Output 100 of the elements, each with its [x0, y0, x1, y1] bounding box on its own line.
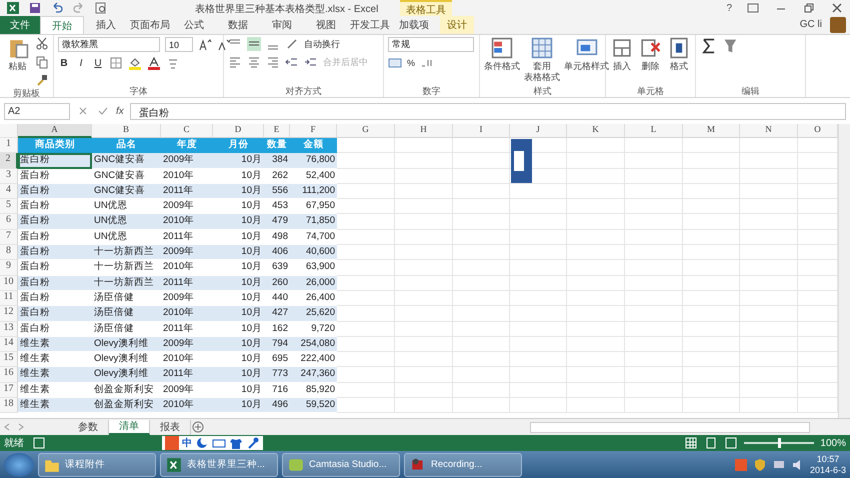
wrap-text-button[interactable]: 自动换行 [304, 38, 340, 50]
row-number[interactable]: 1 [0, 138, 18, 154]
user-name[interactable]: GC li [800, 19, 822, 30]
column-header[interactable]: M [683, 124, 740, 138]
ribbon-tab[interactable]: 开发工具 [348, 16, 392, 34]
row-number[interactable]: 11 [0, 290, 18, 306]
ribbon-tab[interactable]: 加载项 [392, 16, 436, 34]
row-number[interactable]: 7 [0, 230, 18, 246]
column-header[interactable]: A [18, 124, 92, 138]
clock-date[interactable]: 2014-6-3 [810, 464, 846, 476]
font-size-field[interactable]: 10 [165, 37, 193, 52]
table-cell: 453 [264, 199, 290, 214]
column-header[interactable]: N [740, 124, 798, 138]
row-number[interactable]: 15 [0, 352, 18, 368]
row-number[interactable]: 4 [0, 184, 18, 200]
taskbar-item[interactable]: Camtasia Studio... [282, 452, 400, 476]
row-number[interactable]: 3 [0, 168, 18, 184]
percent-button[interactable]: % [407, 58, 416, 68]
table-cell: 蛋白粉 [18, 276, 92, 291]
column-header[interactable]: E [264, 124, 290, 138]
row-number[interactable]: 9 [0, 260, 18, 276]
table-cell: 蛋白粉 [18, 184, 92, 200]
style-button[interactable]: 条件格式 [484, 61, 520, 72]
font-style-button[interactable]: I [75, 58, 87, 68]
clock-time[interactable]: 10:57 [816, 454, 840, 464]
sheet-tab[interactable]: 清单 [109, 420, 150, 434]
column-header[interactable]: O [798, 124, 838, 138]
taskbar-item[interactable]: Recording... [404, 452, 522, 476]
row-number[interactable]: 16 [0, 367, 18, 383]
table-cell: 222,400 [290, 352, 337, 368]
ribbon-tab[interactable]: 文件 [0, 16, 40, 34]
ribbon-tab[interactable]: 审阅 [260, 16, 304, 34]
table-cell: 496 [264, 398, 290, 414]
cells-button[interactable]: 格式 [670, 61, 688, 72]
table-cell: 10月 [213, 245, 264, 260]
row-number[interactable]: 13 [0, 322, 18, 337]
font-name-field[interactable]: 微软雅黑 [58, 37, 160, 52]
column-header[interactable]: C [161, 124, 213, 138]
table-cell: 260 [264, 276, 290, 291]
group-label: 编辑 [740, 85, 760, 97]
ribbon-tab[interactable]: 设计 [440, 16, 474, 34]
column-header[interactable]: K [567, 124, 625, 138]
row-number[interactable]: 14 [0, 336, 18, 352]
table-cell: 10月 [213, 184, 264, 200]
column-header[interactable]: D [213, 124, 264, 138]
ribbon-tab[interactable]: 视图 [304, 16, 348, 34]
column-header[interactable]: H [395, 124, 453, 138]
row-number[interactable]: 10 [0, 276, 18, 291]
table-cell: 10月 [213, 290, 264, 306]
table-cell: 2010年 [161, 306, 213, 322]
row-number[interactable]: 12 [0, 306, 18, 322]
table-cell: 维生素 [18, 336, 92, 352]
row-number[interactable]: 8 [0, 245, 18, 260]
table-cell: 2010年 [161, 352, 213, 368]
cells-button[interactable]: 插入 [613, 61, 632, 72]
table-cell: 59,520 [290, 398, 337, 414]
table-cell: 406 [264, 245, 290, 260]
insert-function-button[interactable]: fx [116, 106, 124, 116]
style-button[interactable]: 套用 表格格式 [524, 61, 560, 83]
column-header[interactable]: L [625, 124, 683, 138]
row-number[interactable]: 18 [0, 398, 18, 414]
table-cell: 384 [264, 153, 290, 169]
table-cell: 556 [264, 184, 290, 200]
formula-input[interactable]: 蛋白粉 [130, 102, 846, 120]
row-number[interactable]: 2 [0, 153, 18, 169]
style-button[interactable]: 单元格样式 [564, 61, 609, 72]
table-cell: GNC健安喜 [92, 153, 161, 169]
table-cell: 维生素 [18, 398, 92, 414]
paste-button[interactable]: 粘贴 [8, 61, 26, 72]
font-style-button[interactable]: U [92, 58, 104, 68]
ribbon-tab[interactable]: 公式 [172, 16, 216, 34]
table-cell: 蛋白粉 [18, 199, 92, 214]
number-format-field[interactable]: 常规 [388, 37, 474, 52]
table-cell: 2011年 [161, 367, 213, 383]
ime-mode[interactable]: 中 [182, 436, 192, 450]
column-header[interactable]: J [510, 124, 567, 138]
column-header[interactable]: B [92, 124, 161, 138]
table-cell: 蛋白粉 [18, 214, 92, 230]
table-cell: 479 [264, 214, 290, 230]
table-cell: 10月 [213, 352, 264, 368]
column-header[interactable]: I [453, 124, 510, 138]
row-number[interactable]: 5 [0, 199, 18, 214]
table-header-cell: 年度 [161, 138, 213, 154]
column-header[interactable]: F [290, 124, 337, 138]
table-cell: 40,600 [290, 245, 337, 260]
name-box[interactable]: A2 [4, 102, 70, 120]
ime-toolbar[interactable]: 中 [162, 436, 263, 450]
table-header-cell: 金额 [290, 138, 337, 154]
zoom-level[interactable]: 100% [820, 438, 846, 448]
help-button[interactable]: ? [726, 2, 732, 14]
font-style-button[interactable]: B [58, 58, 70, 68]
ribbon-tab[interactable]: 页面布局 [128, 16, 172, 34]
cells-button[interactable]: 删除 [641, 61, 660, 72]
row-number[interactable]: 6 [0, 214, 18, 230]
ribbon-tab[interactable]: 插入 [84, 16, 128, 34]
row-number[interactable]: 17 [0, 382, 18, 398]
ribbon-tab[interactable]: 开始 [40, 16, 84, 34]
table-header-cell: 商品类别 [18, 138, 92, 154]
ribbon-tab[interactable]: 数据 [216, 16, 260, 34]
column-header[interactable]: G [337, 124, 395, 138]
